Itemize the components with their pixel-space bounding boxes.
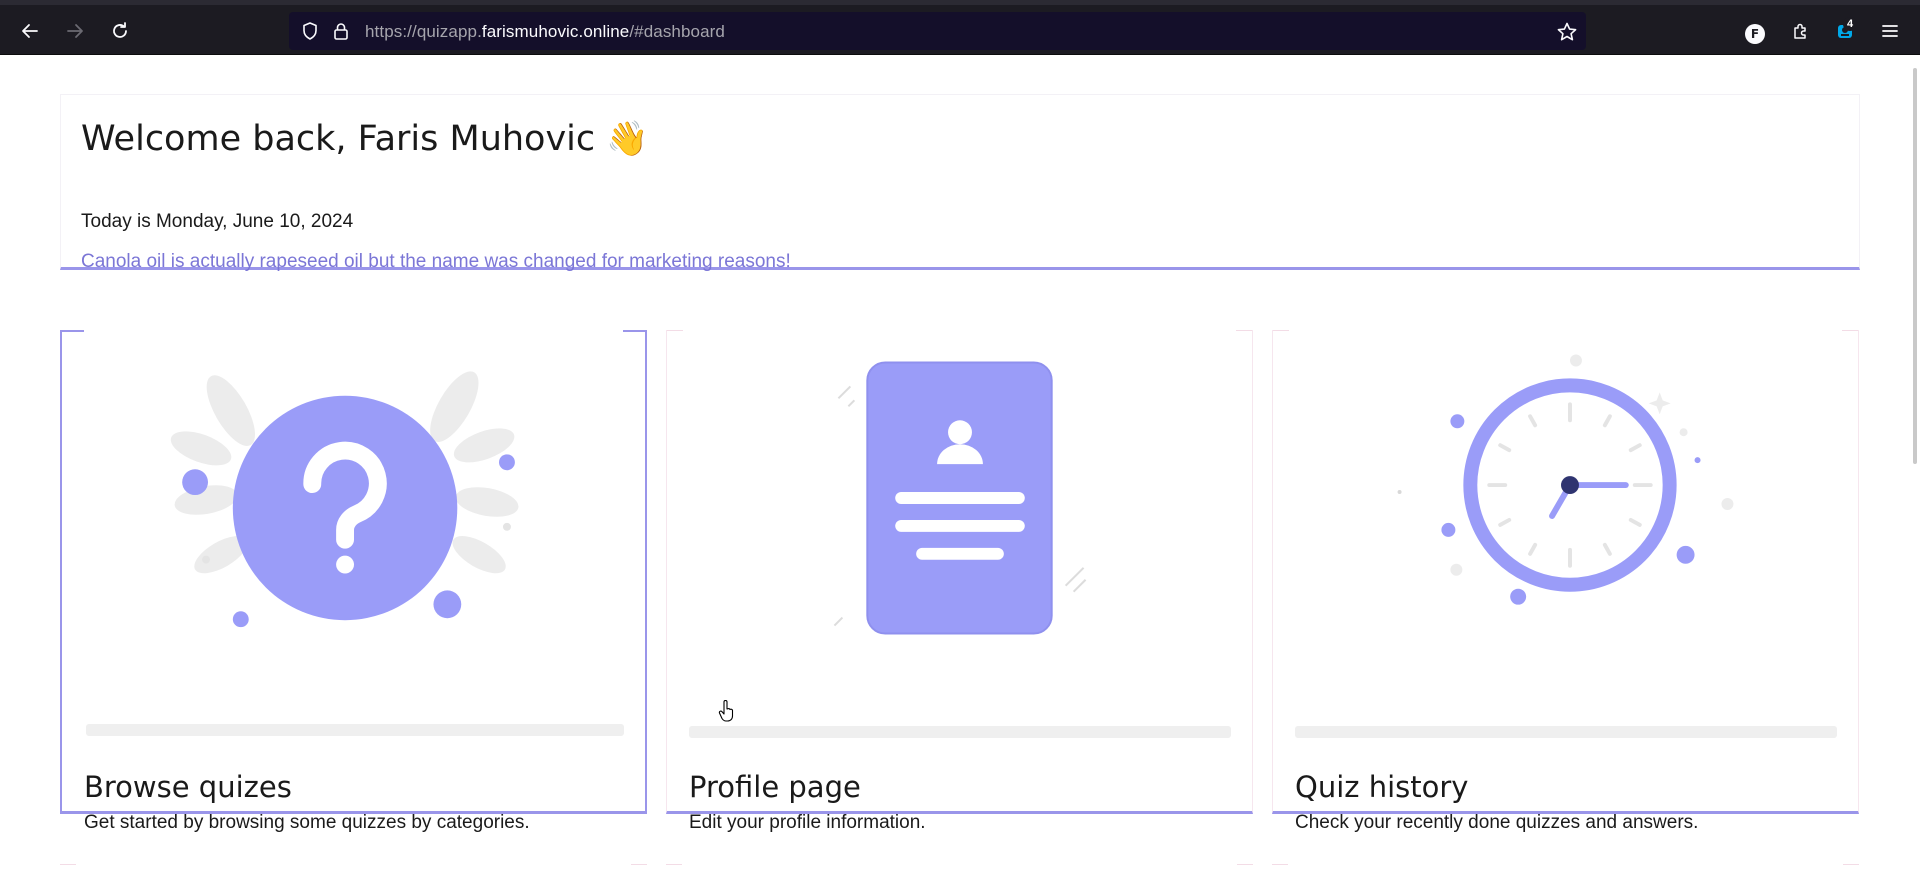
card-shelf <box>1295 726 1837 738</box>
profile-page-card[interactable]: Profile page Edit your profile informati… <box>666 330 1253 833</box>
lock-icon[interactable] <box>331 21 351 41</box>
welcome-heading: Welcome back, Faris Muhovic 👋 <box>81 119 649 159</box>
scrollbar[interactable] <box>1913 68 1917 464</box>
account-avatar[interactable]: F <box>1745 24 1765 44</box>
quiz-history-card[interactable]: Quiz history Check your recently done qu… <box>1272 330 1859 833</box>
arrow-right-icon <box>67 24 83 38</box>
today-date: Today is Monday, June 10, 2024 <box>81 211 354 232</box>
page-viewport: Welcome back, Faris Muhovic 👋 Today is M… <box>0 56 1920 892</box>
extensions-button[interactable] <box>1786 16 1816 46</box>
hand-cursor-icon <box>718 700 734 722</box>
fun-fact: Canola oil is actually rapeseed oil but … <box>81 251 791 272</box>
card-title: Quiz history <box>1295 770 1469 804</box>
card-title: Profile page <box>689 770 861 804</box>
forward-button[interactable] <box>60 16 90 46</box>
bookmark-star-icon[interactable] <box>1556 21 1578 43</box>
back-button[interactable] <box>15 16 45 46</box>
reload-button[interactable] <box>105 16 135 46</box>
welcome-greeting: Welcome back, Faris Muhovic <box>81 119 596 159</box>
shield-icon[interactable] <box>300 21 320 41</box>
menu-button[interactable] <box>1875 16 1905 46</box>
card-title: Browse quizes <box>84 770 292 804</box>
next-row-card <box>1272 864 1859 892</box>
browse-quizzes-card[interactable]: Browse quizes Get started by browsing so… <box>60 330 647 833</box>
arrow-left-icon <box>22 24 38 38</box>
hamburger-menu-icon <box>1882 25 1898 37</box>
extension-badge: 4 <box>1843 17 1857 31</box>
profile-card-icon <box>833 361 1087 635</box>
card-shelf <box>689 726 1231 738</box>
next-row-card <box>60 864 647 892</box>
url-text[interactable]: https://quizapp.farismuhovic.online/#das… <box>365 22 725 42</box>
card-description: Get started by browsing some quizzes by … <box>84 812 530 833</box>
clock-icon <box>1397 354 1734 605</box>
reload-icon <box>113 22 127 38</box>
wave-emoji: 👋 <box>606 119 649 159</box>
card-description: Check your recently done quizzes and ans… <box>1295 812 1699 833</box>
puzzle-icon <box>1794 23 1806 39</box>
card-shelf <box>86 724 624 736</box>
browser-toolbar: https://quizapp.farismuhovic.online/#das… <box>0 5 1920 55</box>
address-bar[interactable]: https://quizapp.farismuhovic.online/#das… <box>289 12 1586 50</box>
question-icon <box>170 371 519 628</box>
card-description: Edit your profile information. <box>689 812 926 833</box>
next-row-card <box>666 864 1253 892</box>
welcome-panel: Welcome back, Faris Muhovic 👋 Today is M… <box>60 94 1860 272</box>
